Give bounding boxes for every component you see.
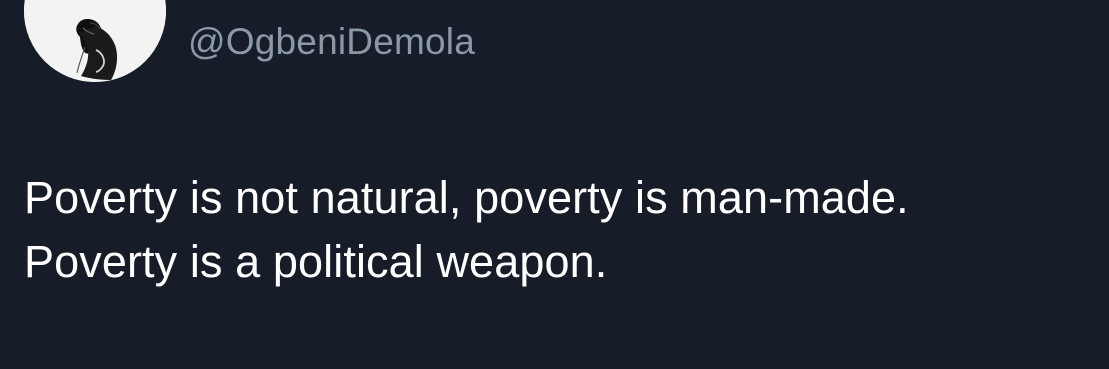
tweet-line-1: Poverty is not natural, poverty is man-m… <box>24 172 909 223</box>
user-avatar[interactable] <box>24 0 166 82</box>
tweet-line-2: Poverty is a political weapon. <box>24 236 608 287</box>
tweet-card: @OgbeniDemola Poverty is not natural, po… <box>0 0 1109 369</box>
profile-photo-icon <box>24 0 166 82</box>
user-handle[interactable]: @OgbeniDemola <box>188 18 475 66</box>
tweet-text: Poverty is not natural, poverty is man-m… <box>24 166 1099 294</box>
